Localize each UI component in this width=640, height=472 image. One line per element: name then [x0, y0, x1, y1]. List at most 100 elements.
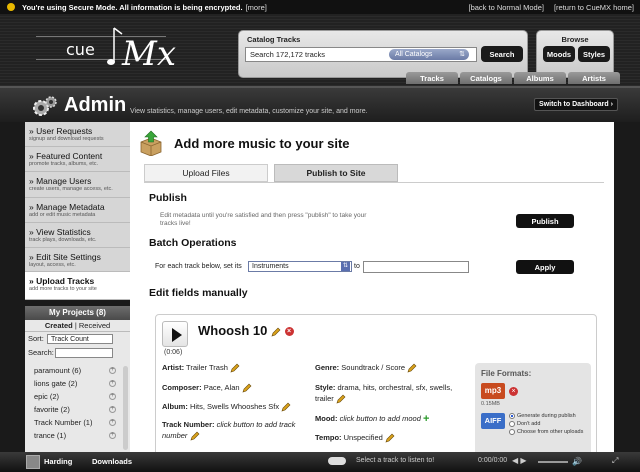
browse-panel: Browse Moods Styles	[536, 30, 614, 78]
mp3-icon: mp3	[481, 383, 505, 399]
radio-icon[interactable]	[509, 421, 515, 427]
search-button[interactable]: Search	[481, 46, 523, 62]
track-duration: (0:06)	[164, 349, 183, 356]
track-card: (0:06) Whoosh 10 × Artist: Trailer Trash…	[155, 314, 597, 458]
main-nav-tabs: Tracks Catalogs Albums Artists	[406, 72, 620, 84]
volume-slider[interactable]	[538, 461, 568, 463]
pencil-icon[interactable]	[271, 327, 281, 337]
edit-heading: Edit fields manually	[149, 287, 248, 299]
pencil-icon[interactable]	[281, 402, 291, 412]
tab-received[interactable]: Received	[79, 321, 110, 330]
pencil-icon[interactable]	[230, 363, 240, 373]
admin-bar: Admin View statistics, manage users, edi…	[0, 86, 640, 122]
project-item[interactable]: paramount (6) +	[25, 364, 130, 377]
browse-label: Browse	[561, 35, 589, 44]
sidebar-item-edit-site-settings[interactable]: Edit Site Settings layout, access, etc.	[25, 248, 130, 272]
catalog-scope-select[interactable]: All Catalogs	[389, 49, 469, 60]
aiff-option-dont-add[interactable]: Don't add	[509, 421, 540, 427]
apply-button[interactable]: Apply	[516, 260, 574, 274]
pencil-icon[interactable]	[336, 394, 346, 404]
style-field: Style: drama, hits, orchestral, sfx, swe…	[315, 383, 453, 404]
delete-icon[interactable]: ×	[284, 327, 294, 337]
switch-dashboard-button[interactable]: Switch to Dashboard ›	[534, 98, 618, 111]
add-mood-icon[interactable]: +	[423, 414, 429, 425]
sidebar-item-upload-tracks[interactable]: Upload Tracks add more tracks to your si…	[25, 272, 130, 300]
tab-catalogs[interactable]: Catalogs	[460, 72, 512, 84]
pencil-icon[interactable]	[190, 431, 200, 441]
sidebar-item-manage-users[interactable]: Manage Users create users, manage access…	[25, 172, 130, 198]
radio-icon[interactable]	[509, 413, 515, 419]
pencil-icon[interactable]	[385, 433, 395, 443]
batch-field-select[interactable]: Instruments	[248, 261, 352, 272]
more-link[interactable]: [more]	[246, 3, 267, 12]
tab-publish-to-site[interactable]: Publish to Site	[274, 164, 398, 182]
track-title: Whoosh 10	[198, 323, 268, 338]
secure-mode-bar: You're using Secure Mode. All informatio…	[0, 0, 640, 14]
tab-artists[interactable]: Artists	[568, 72, 620, 84]
publish-heading: Publish	[149, 192, 187, 204]
player-controls-icon[interactable]: ◀ ▶	[512, 456, 527, 465]
add-icon[interactable]: +	[109, 393, 116, 400]
sidebar-item-user-requests[interactable]: User Requests signup and download reques…	[25, 122, 130, 147]
mp3-size: 0.15MB	[481, 401, 500, 407]
speaker-icon[interactable]: 🔊	[572, 457, 582, 466]
project-item[interactable]: epic (2) +	[25, 390, 130, 403]
lock-icon	[7, 3, 15, 11]
catalog-search-panel: Catalog Tracks Search 172,172 tracks All…	[238, 30, 528, 78]
add-icon[interactable]: +	[109, 406, 116, 413]
site-header: cue Mx Catalog Tracks Search 172,172 tra…	[0, 14, 640, 86]
add-icon[interactable]: +	[109, 367, 116, 374]
player-time: 0:00/0:00	[478, 457, 508, 464]
batch-label: For each track below, set its	[155, 263, 242, 270]
projects-search-input[interactable]	[55, 348, 113, 358]
return-home-link[interactable]: [return to CueMX home]	[554, 3, 634, 12]
project-item[interactable]: trance (1) +	[25, 429, 130, 442]
projects-tabs: Created | Received	[25, 320, 130, 332]
admin-sidebar: User Requests signup and download reques…	[25, 122, 130, 300]
project-item[interactable]: favorite (2) +	[25, 403, 130, 416]
pencil-icon[interactable]	[407, 363, 417, 373]
back-normal-mode-link[interactable]: [back to Normal Mode]	[469, 3, 544, 12]
add-icon[interactable]: +	[109, 380, 116, 387]
batch-value-input[interactable]	[363, 261, 469, 273]
sort-select[interactable]: Track Count	[47, 334, 113, 344]
user-name[interactable]: Harding	[44, 457, 72, 466]
sidebar-item-manage-metadata[interactable]: Manage Metadata add or edit music metada…	[25, 198, 130, 223]
avatar[interactable]	[26, 455, 40, 469]
aiff-icon: AIFF	[481, 413, 505, 429]
file-formats-panel: File Formats: mp3 × 0.15MB AIFF Generate…	[475, 363, 591, 458]
cuemx-logo[interactable]: cue Mx	[36, 20, 186, 80]
project-item[interactable]: Track Number (1) +	[25, 416, 130, 429]
publish-button[interactable]: Publish	[516, 214, 574, 228]
album-field: Album: Hits, Swells Whooshes Sfx	[162, 401, 291, 412]
search-label: Search:	[28, 348, 54, 357]
add-icon[interactable]: +	[109, 432, 116, 439]
projects-sort-row: Sort: Track Count	[25, 332, 130, 346]
remove-mp3-icon[interactable]: ×	[509, 387, 518, 396]
tab-tracks[interactable]: Tracks	[406, 72, 458, 84]
gear-icon	[33, 96, 57, 116]
add-icon[interactable]: +	[109, 419, 116, 426]
tab-albums[interactable]: Albums	[514, 72, 566, 84]
player-message: Select a track to listen to!	[356, 457, 435, 464]
moods-button[interactable]: Moods	[543, 46, 575, 62]
admin-subtitle: View statistics, manage users, edit meta…	[130, 108, 368, 115]
sidebar-item-featured-content[interactable]: Featured Content promote tracks, albums,…	[25, 147, 130, 172]
batch-to-label: to	[354, 263, 360, 270]
project-item[interactable]: lions gate (2) +	[25, 377, 130, 390]
styles-button[interactable]: Styles	[578, 46, 610, 62]
projects-scrollbar[interactable]	[123, 366, 128, 450]
main-content: Add more music to your site Upload Files…	[130, 122, 614, 458]
expand-icon[interactable]: ⤢	[612, 456, 618, 466]
player-toggle[interactable]	[328, 457, 346, 465]
downloads-link[interactable]: Downloads	[92, 457, 132, 466]
tab-created[interactable]: Created	[45, 321, 73, 330]
tempo-field: Tempo: Unspecified	[315, 432, 395, 443]
tab-upload-files[interactable]: Upload Files	[144, 164, 268, 182]
aiff-option-choose[interactable]: Choose from other uploads	[509, 429, 583, 435]
pencil-icon[interactable]	[242, 383, 252, 393]
aiff-option-generate[interactable]: Generate during publish	[509, 413, 576, 419]
radio-icon[interactable]	[509, 429, 515, 435]
sidebar-item-view-statistics[interactable]: View Statistics track plays, downloads, …	[25, 223, 130, 248]
play-button[interactable]	[162, 321, 188, 347]
